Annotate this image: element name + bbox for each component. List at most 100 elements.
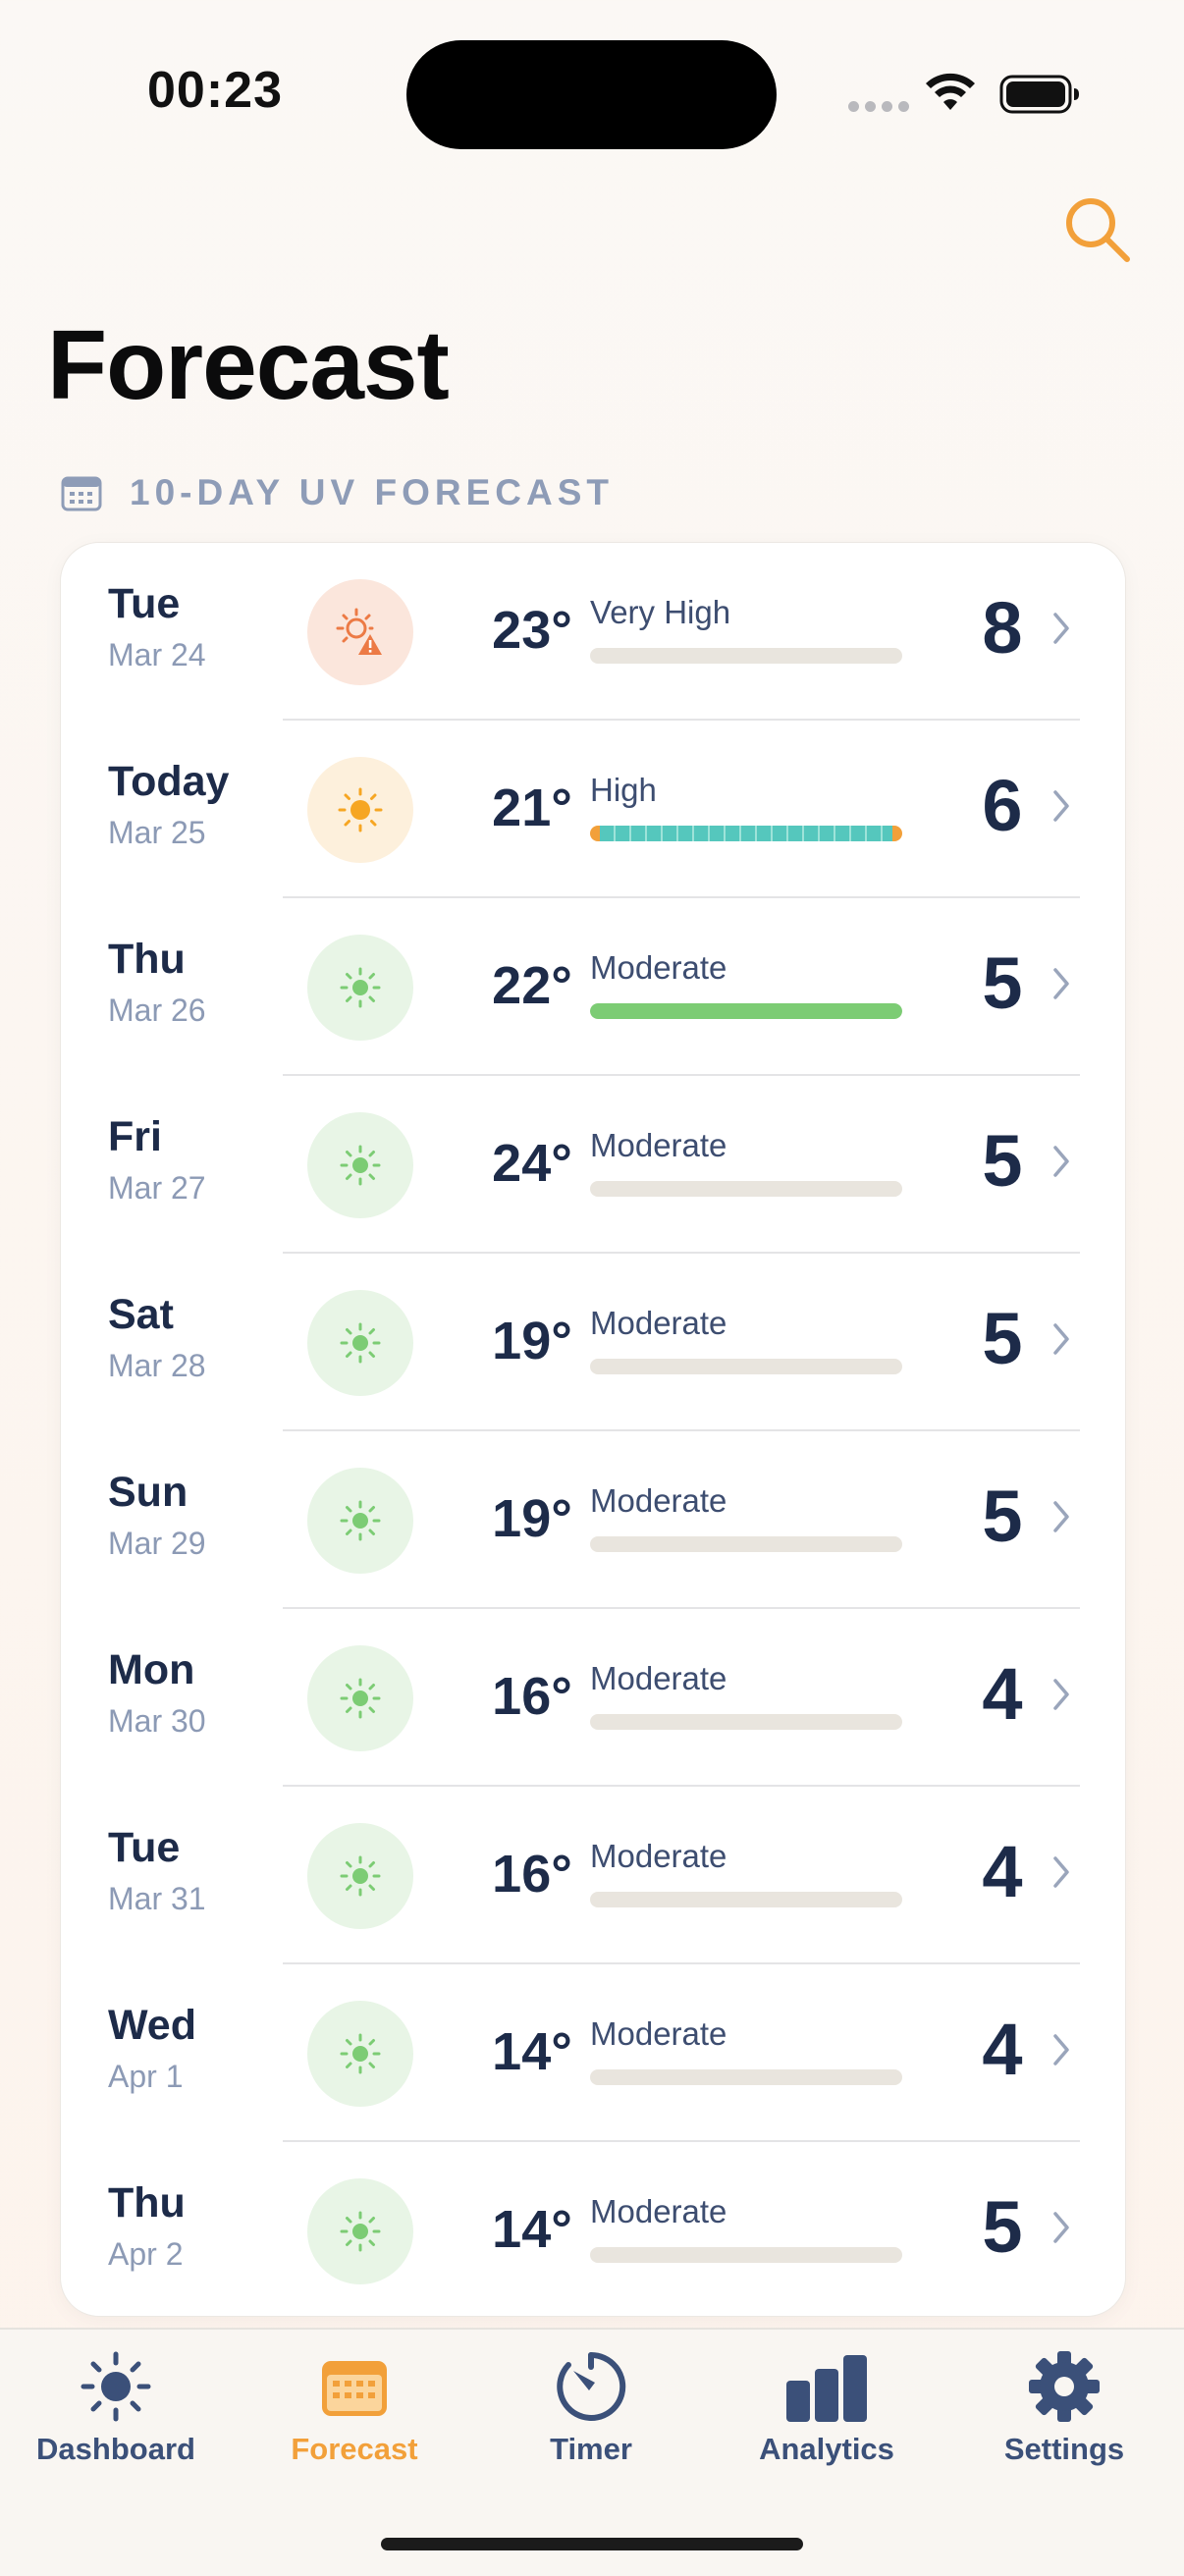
date-label: Mar 26 — [108, 993, 206, 1028]
temperature: 19° — [492, 1312, 572, 1370]
sun-icon — [340, 967, 381, 1008]
uv-level-label: Moderate — [590, 1482, 727, 1519]
timer-icon — [557, 2351, 626, 2421]
day-label: Tue — [108, 580, 181, 627]
sun-warning-icon — [336, 608, 382, 655]
temperature: 14° — [492, 2200, 572, 2259]
gear-icon — [1029, 2351, 1100, 2422]
uv-icon-badge — [307, 1823, 413, 1929]
uv-progress-bar — [590, 1359, 902, 1374]
date-label: Mar 28 — [108, 1348, 206, 1383]
uv-index: 6 — [982, 765, 1023, 846]
sun-icon — [340, 1678, 381, 1719]
sun-icon — [338, 787, 383, 832]
day-label: Wed — [108, 2002, 196, 2049]
date-label: Mar 29 — [108, 1526, 206, 1561]
battery-icon — [999, 75, 1079, 114]
uv-level-label: Moderate — [590, 2193, 727, 2229]
uv-icon-badge — [307, 757, 413, 863]
uv-progress-fill — [590, 1892, 902, 1907]
day-label: Mon — [108, 1646, 195, 1693]
wifi-icon — [926, 73, 975, 110]
date-label: Mar 27 — [108, 1170, 206, 1206]
uv-level-label: Moderate — [590, 1660, 727, 1696]
uv-progress-fill — [590, 1359, 902, 1374]
uv-index: 8 — [982, 587, 1023, 669]
tab-dashboard[interactable]: Dashboard — [18, 2347, 214, 2467]
uv-progress-bar — [590, 826, 902, 841]
tab-label: Analytics — [759, 2432, 894, 2466]
forecast-row[interactable]: Fri Mar 27 24° Moderate 5 — [61, 1076, 1125, 1254]
forecast-row[interactable]: Tue Mar 31 16° Moderate 4 — [61, 1787, 1125, 1964]
sun-icon — [340, 2033, 381, 2074]
tab-settings[interactable]: Settings — [966, 2347, 1162, 2467]
sun-icon — [340, 2211, 381, 2252]
forecast-row[interactable]: Sat Mar 28 19° Moderate 5 — [61, 1254, 1125, 1431]
uv-index: 5 — [982, 942, 1023, 1024]
forecast-row[interactable]: Thu Mar 26 22° Moderate 5 — [61, 898, 1125, 1076]
uv-icon-badge — [307, 579, 413, 685]
uv-progress-bar — [590, 2247, 902, 2263]
cellular-signal-icon — [848, 101, 909, 112]
chevron-right-icon — [1053, 613, 1069, 644]
uv-progress-bar — [590, 648, 902, 664]
uv-icon-badge — [307, 1112, 413, 1218]
uv-icon-badge — [307, 2001, 413, 2107]
uv-progress-fill — [590, 1181, 902, 1197]
tab-forecast[interactable]: Forecast — [256, 2347, 453, 2467]
uv-icon-badge — [307, 1290, 413, 1396]
forecast-list: Tue Mar 24 23° Very High 8 Today Mar 25 — [60, 542, 1126, 2317]
chevron-right-icon — [1053, 968, 1069, 999]
sun-icon — [340, 1855, 381, 1897]
day-label: Tue — [108, 1824, 181, 1871]
uv-progress-bar — [590, 1536, 902, 1552]
temperature: 19° — [492, 1489, 572, 1548]
sun-icon — [81, 2351, 151, 2422]
chevron-right-icon — [1053, 1501, 1069, 1532]
status-time: 00:23 — [147, 62, 283, 119]
uv-progress-fill — [590, 1714, 902, 1730]
sun-icon — [340, 1322, 381, 1364]
home-indicator[interactable] — [381, 2538, 803, 2550]
uv-level-label: Moderate — [590, 2015, 727, 2052]
dynamic-island — [406, 40, 777, 149]
uv-progress-bar — [590, 1003, 902, 1019]
tab-timer[interactable]: Timer — [493, 2347, 689, 2467]
section-header: 10-DAY UV FORECAST — [61, 472, 614, 513]
sun-icon — [340, 1145, 381, 1186]
forecast-row[interactable]: Tue Mar 24 23° Very High 8 — [61, 543, 1125, 721]
uv-index: 4 — [982, 2009, 1023, 2090]
temperature: 21° — [492, 778, 572, 837]
sun-icon — [340, 1500, 381, 1541]
uv-index: 5 — [982, 1298, 1023, 1379]
uv-level-label: Moderate — [590, 949, 727, 986]
forecast-row[interactable]: Mon Mar 30 16° Moderate 4 — [61, 1609, 1125, 1787]
uv-index: 4 — [982, 1831, 1023, 1912]
uv-icon-badge — [307, 1468, 413, 1574]
forecast-row[interactable]: Thu Apr 2 14° Moderate 5 — [61, 2142, 1125, 2316]
forecast-row[interactable]: Today Mar 25 21° High 6 — [61, 721, 1125, 898]
date-label: Mar 30 — [108, 1703, 206, 1739]
tab-label: Dashboard — [36, 2432, 195, 2466]
uv-icon-badge — [307, 935, 413, 1041]
temperature: 22° — [492, 956, 572, 1015]
uv-progress-fill — [590, 648, 902, 664]
uv-icon-badge — [307, 1645, 413, 1751]
tab-analytics[interactable]: Analytics — [728, 2347, 925, 2467]
chevron-right-icon — [1053, 1323, 1069, 1355]
temperature: 14° — [492, 2022, 572, 2081]
calendar-icon — [322, 2361, 387, 2416]
calendar-icon — [61, 476, 102, 511]
uv-progress-bar — [590, 2069, 902, 2085]
day-label: Sat — [108, 1291, 174, 1338]
section-label: 10-DAY UV FORECAST — [130, 472, 614, 512]
forecast-row[interactable]: Wed Apr 1 14° Moderate 4 — [61, 1964, 1125, 2142]
uv-level-label: Moderate — [590, 1838, 727, 1874]
date-label: Mar 31 — [108, 1881, 206, 1916]
search-icon[interactable] — [1062, 194, 1133, 265]
uv-index: 5 — [982, 1476, 1023, 1557]
forecast-row[interactable]: Sun Mar 29 19° Moderate 5 — [61, 1431, 1125, 1609]
day-label: Thu — [108, 2179, 186, 2227]
chevron-right-icon — [1053, 1856, 1069, 1888]
day-label: Today — [108, 758, 230, 805]
